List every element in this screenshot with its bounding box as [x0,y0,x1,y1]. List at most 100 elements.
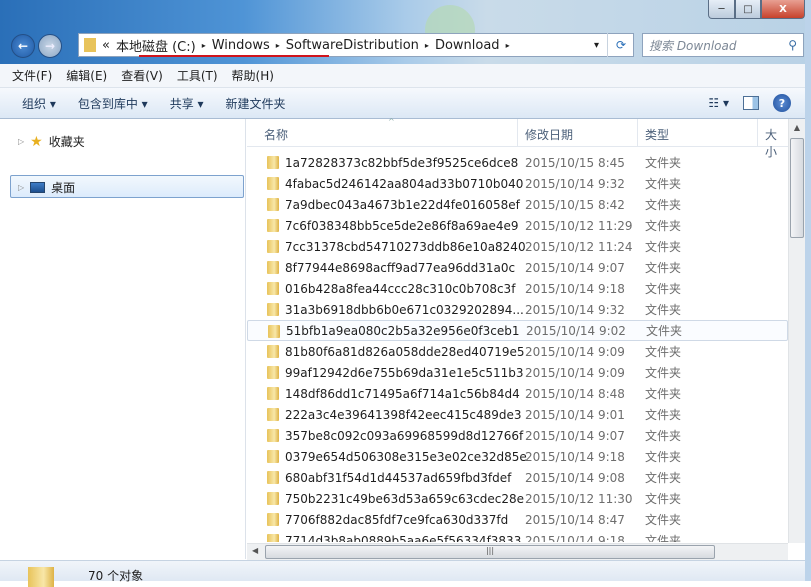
file-row[interactable]: 7cc31378cbd54710273ddb86e10a8240 2015/10… [247,236,788,257]
views-button[interactable]: ☷ ▾ [708,96,729,110]
crumb-windows[interactable]: Windows [212,38,270,53]
file-date: 2015/10/14 9:18 [525,449,625,464]
folder-icon [267,408,279,421]
file-type: 文件夹 [645,408,682,422]
forward-button[interactable]: → [38,34,62,58]
refresh-button[interactable]: ⟳ [607,33,634,57]
search-icon[interactable]: ⚲ [788,38,797,52]
folder-icon [267,429,279,442]
file-date: 2015/10/14 9:32 [525,176,625,191]
file-name: 1a72828373c82bbf5de3f9525ce6dce8 [285,155,519,170]
file-row[interactable]: 357be8c092c093a69968599d8d12766f 2015/10… [247,425,788,446]
file-name: 7c6f038348bb5ce5de2e86f8a69ae4e9 [285,218,519,233]
file-date: 2015/10/14 9:09 [525,344,625,359]
file-row[interactable]: 4fabac5d246142aa804ad33b0710b040 2015/10… [247,173,788,194]
folder-icon [267,513,279,526]
expand-arrow-icon[interactable]: ▷ [18,137,24,146]
file-row[interactable]: 81b80f6a81d826a058dde28ed40719e5 2015/10… [247,341,788,362]
crumb-arrow-icon[interactable]: ▸ [276,41,280,50]
file-date: 2015/10/12 11:30 [525,491,633,506]
vertical-scroll-thumb[interactable] [790,138,804,238]
menu-edit[interactable]: 编辑(E) [66,67,107,84]
crumb-softwaredistribution[interactable]: SoftwareDistribution [286,38,419,53]
file-row[interactable]: 8f77944e8698acff9ad77ea96dd31a0c 2015/10… [247,257,788,278]
sort-arrow-icon: ^ [388,117,395,126]
file-date: 2015/10/15 8:45 [525,155,625,170]
maximize-button[interactable]: □ [735,0,761,19]
column-header-name[interactable]: 名称 [264,126,288,143]
file-name: 222a3c4e39641398f42eec415c489de3 [285,407,522,422]
minimize-button[interactable]: ─ [708,0,735,19]
file-name: 7706f882dac85fdf7ce9fca630d337fd [285,512,509,527]
close-button[interactable]: X [761,0,805,19]
crumb-arrow-icon[interactable]: ▸ [506,41,510,50]
file-row[interactable]: 222a3c4e39641398f42eec415c489de3 2015/10… [247,404,788,425]
menu-file[interactable]: 文件(F) [12,67,52,84]
crumb-download[interactable]: Download [435,38,500,53]
file-row[interactable]: 7714d3b8ab0889b5aa6e5f56334f3833 2015/10… [247,530,788,542]
file-type: 文件夹 [645,492,682,506]
back-button[interactable]: ← [11,34,35,58]
crumb-arrow-icon[interactable]: ▸ [425,41,429,50]
menu-tools[interactable]: 工具(T) [177,67,218,84]
file-name: 99af12942d6e755b69da31e1e5c511b3 [285,365,524,380]
organize-button[interactable]: 组织 ▾ [22,95,56,112]
file-name: 357be8c092c093a69968599d8d12766f [285,428,524,443]
file-row[interactable]: 99af12942d6e755b69da31e1e5c511b3 2015/10… [247,362,788,383]
menu-help[interactable]: 帮助(H) [232,67,274,84]
new-folder-button[interactable]: 新建文件夹 [226,95,286,112]
file-date: 2015/10/14 9:09 [525,365,625,380]
file-type: 文件夹 [645,240,682,254]
folder-icon [267,471,279,484]
share-button[interactable]: 共享 ▾ [170,95,204,112]
file-row[interactable]: 51bfb1a9ea080c2b5a32e956e0f3ceb1 2015/10… [247,320,788,341]
file-row[interactable]: 016b428a8fea44ccc28c310c0b708c3f 2015/10… [247,278,788,299]
address-dropdown-icon[interactable]: ▾ [594,40,599,51]
folder-icon [28,567,54,587]
file-type: 文件夹 [645,450,682,464]
file-row[interactable]: 0379e654d506308e315e3e02ce32d85e 2015/10… [247,446,788,467]
menu-view[interactable]: 查看(V) [121,67,163,84]
file-type: 文件夹 [646,324,683,338]
file-name: 016b428a8fea44ccc28c310c0b708c3f [285,281,516,296]
column-header-date[interactable]: 修改日期 [525,126,573,143]
file-row[interactable]: 1a72828373c82bbf5de3f9525ce6dce8 2015/10… [247,152,788,173]
file-name: 51bfb1a9ea080c2b5a32e956e0f3ceb1 [286,323,520,338]
status-bar: 70 个对象 [0,560,811,587]
file-type: 文件夹 [645,366,682,380]
overflow-chevron[interactable]: « [102,38,110,53]
file-row[interactable]: 7c6f038348bb5ce5de2e86f8a69ae4e9 2015/10… [247,215,788,236]
file-name: 31a3b6918dbb6b0e671c0329202894... [285,302,524,317]
crumb-local-disk[interactable]: 本地磁盘 (C:) [116,36,196,55]
file-date: 2015/10/15 8:42 [525,197,625,212]
crumb-arrow-icon[interactable]: ▸ [202,41,206,50]
vertical-scrollbar[interactable]: ▲ [788,119,805,543]
file-date: 2015/10/14 8:48 [525,386,625,401]
expand-arrow-icon[interactable]: ▷ [18,183,24,192]
preview-pane-icon[interactable] [743,96,759,110]
file-row[interactable]: 7a9dbec043a4673b1e22d4fe016058ef 2015/10… [247,194,788,215]
file-date: 2015/10/14 9:18 [525,533,625,543]
search-input[interactable]: 搜索 Download ⚲ [642,33,804,57]
folder-icon [268,325,280,338]
file-row[interactable]: 31a3b6918dbb6b0e671c0329202894... 2015/1… [247,299,788,320]
file-type: 文件夹 [645,471,682,485]
horizontal-scroll-thumb[interactable]: ||| [265,545,715,559]
column-header-type[interactable]: 类型 [645,126,669,143]
help-icon[interactable]: ? [773,94,791,112]
folder-icon [267,219,279,232]
include-in-library-button[interactable]: 包含到库中 ▾ [78,95,148,112]
address-bar[interactable]: « 本地磁盘 (C:) ▸ Windows ▸ SoftwareDistribu… [78,33,634,57]
red-underline-annotation [139,55,329,57]
file-row[interactable]: 7706f882dac85fdf7ce9fca630d337fd 2015/10… [247,509,788,530]
file-row[interactable]: 750b2231c49be63d53a659c63cdec28e 2015/10… [247,488,788,509]
file-name: 7714d3b8ab0889b5aa6e5f56334f3833 [285,533,522,543]
file-row[interactable]: 680abf31f54d1d44537ad659fbd3fdef 2015/10… [247,467,788,488]
file-name: 4fabac5d246142aa804ad33b0710b040 [285,176,524,191]
sidebar-item-favorites[interactable]: ▷ ★ 收藏夹 [18,133,85,150]
horizontal-scrollbar[interactable]: ◀ ||| [247,543,788,560]
file-name: 81b80f6a81d826a058dde28ed40719e5 [285,344,525,359]
file-type: 文件夹 [645,345,682,359]
sidebar-item-desktop[interactable]: ▷ 桌面 [18,179,75,196]
file-row[interactable]: 148df86dd1c71495a6f714a1c56b84d4 2015/10… [247,383,788,404]
